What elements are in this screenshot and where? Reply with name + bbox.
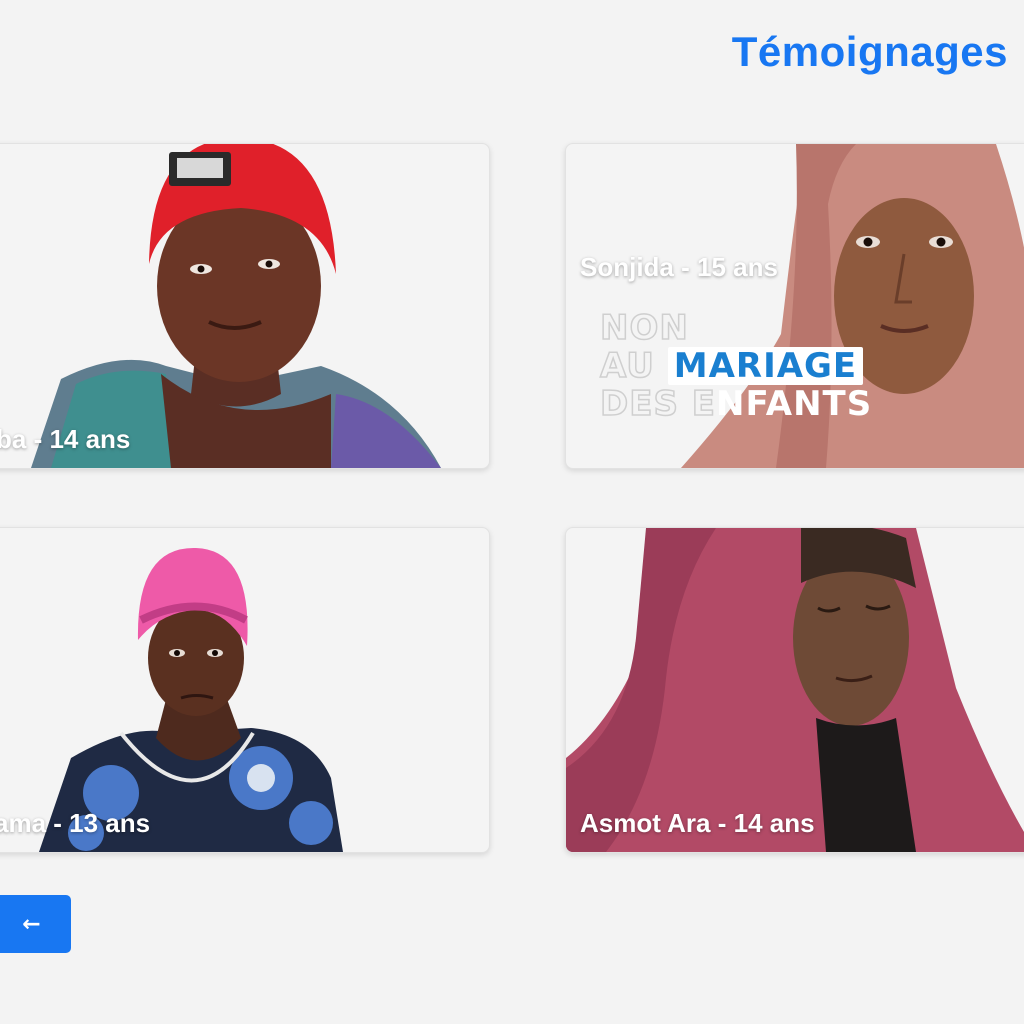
testimonial-photo <box>31 144 441 468</box>
testimonial-card[interactable]: ama - 13 ans <box>0 527 490 853</box>
arrow-left-icon: ← <box>22 911 41 937</box>
badge-text: DES E <box>599 384 716 424</box>
campaign-badge: NON AU MARIAGE DES ENFANTS <box>599 308 873 424</box>
testimonial-name: ama - 13 ans <box>0 808 151 838</box>
testimonial-name: ba - 14 ans <box>0 424 131 454</box>
badge-text: AU <box>599 346 655 386</box>
badge-text: NFANTS <box>716 384 873 424</box>
badge-line: AU MARIAGE <box>599 346 872 386</box>
testimonial-name: Asmot Ara - 14 ans <box>580 808 815 838</box>
testimonial-card[interactable]: Sonjida - 15 ans NON AU MARIAGE DES ENFA… <box>565 143 1024 469</box>
testimonial-photo <box>39 547 343 852</box>
prev-button[interactable]: ← <box>0 895 71 953</box>
testimonial-name: Sonjida - 15 ans <box>580 252 778 282</box>
testimonial-photo <box>566 528 1024 852</box>
testimonial-card[interactable]: Asmot Ara - 14 ans <box>565 527 1024 853</box>
badge-highlight: MARIAGE <box>667 347 864 385</box>
page-title: Témoignages <box>731 28 1008 75</box>
testimonial-card[interactable]: ba - 14 ans <box>0 143 490 469</box>
badge-line: NON <box>599 308 689 348</box>
badge-line: DES ENFANTS <box>599 384 873 424</box>
